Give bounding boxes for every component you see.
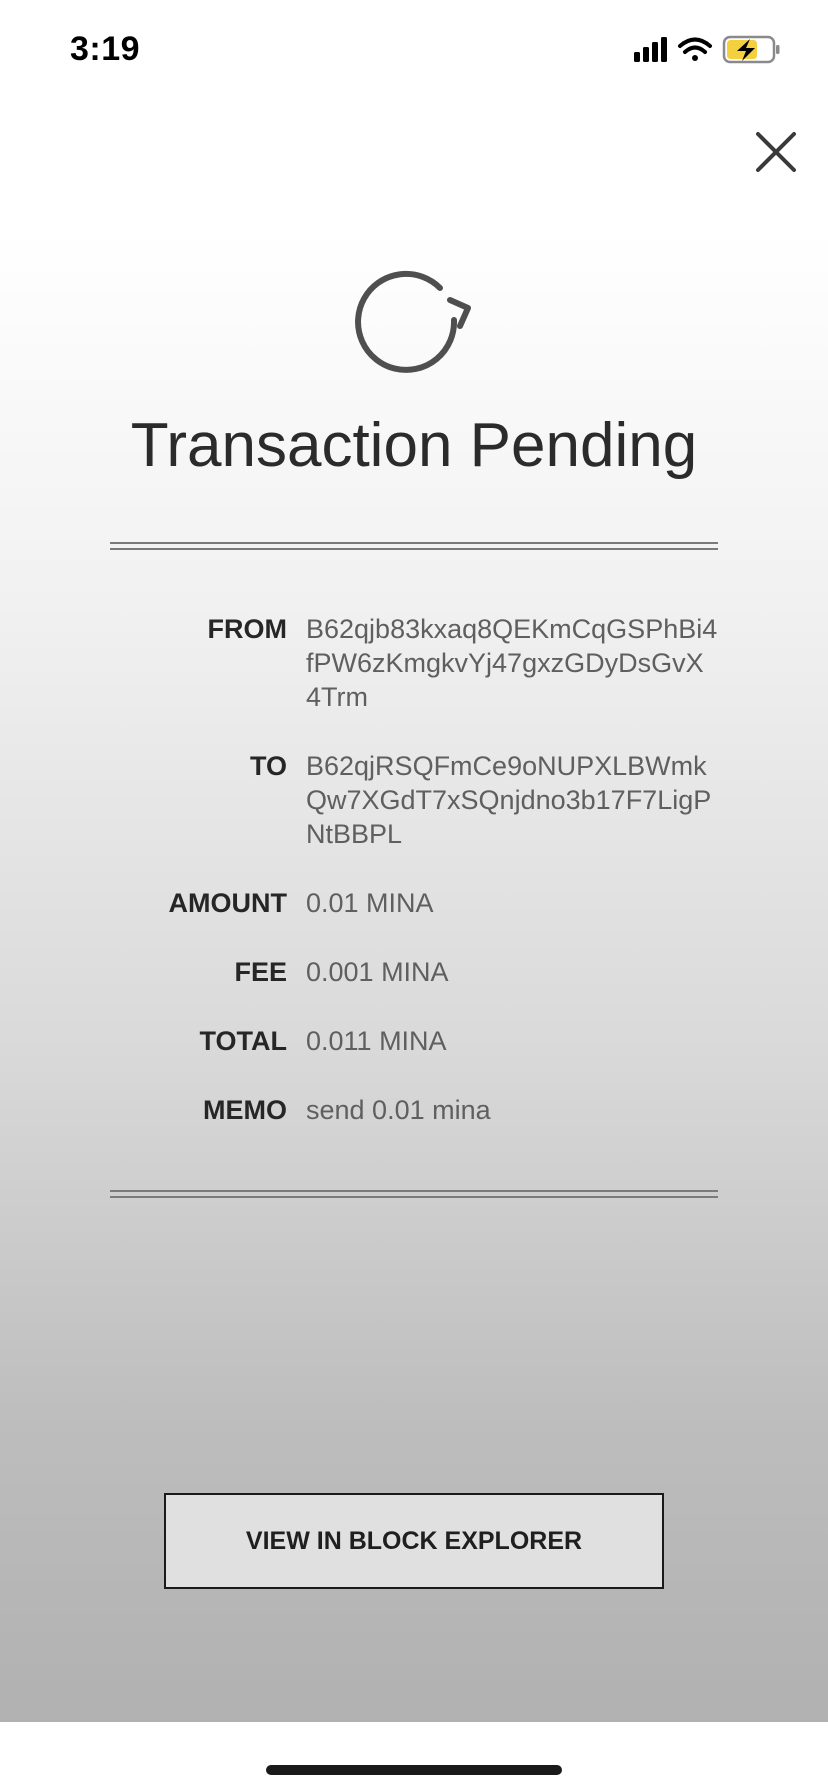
detail-row-total: TOTAL 0.011 MINA [110, 1024, 718, 1093]
status-icons [634, 34, 794, 70]
home-indicator[interactable] [266, 1765, 562, 1775]
detail-row-from: FROM B62qjb83kxaq8QEKmCqGSPhBi4fPW6zKmgk… [110, 612, 718, 749]
close-icon [756, 132, 796, 172]
battery-charging-icon [722, 35, 780, 64]
transaction-details: FROM B62qjb83kxaq8QEKmCqGSPhBi4fPW6zKmgk… [110, 612, 718, 1133]
total-label: TOTAL [199, 1026, 288, 1056]
view-in-block-explorer-button[interactable]: VIEW IN BLOCK EXPLORER [164, 1493, 664, 1589]
detail-row-amount: AMOUNT 0.01 MINA [110, 886, 718, 955]
transaction-sheet: Transaction Pending FROM B62qjb83kxaq8QE… [0, 230, 828, 1722]
cellular-signal-icon [634, 37, 667, 62]
status-icons-graphic [634, 35, 780, 64]
to-label: TO [249, 751, 287, 781]
memo-label: MEMO [203, 1095, 287, 1125]
divider-top [110, 542, 718, 550]
from-address: B62qjb83kxaq8QEKmCqGSPhBi4fPW6zKmgkvYj47… [306, 614, 718, 712]
page-title: Transaction Pending [130, 411, 698, 480]
close-button[interactable] [752, 128, 800, 176]
detail-row-to: TO B62qjRSQFmCe9oNUPXLBWmkQw7XGdT7xSQnjd… [110, 749, 718, 886]
refresh-icon [355, 270, 471, 373]
from-label: FROM [207, 614, 287, 644]
detail-row-memo: MEMO send 0.01 mina [110, 1093, 718, 1133]
total-value: 0.011 MINA [306, 1026, 447, 1056]
divider-bottom [110, 1190, 718, 1198]
amount-value: 0.01 MINA [306, 888, 434, 918]
memo-value: send 0.01 mina [306, 1095, 491, 1125]
wifi-icon [678, 37, 712, 61]
status-bar: 3:19 [0, 0, 828, 100]
detail-row-fee: FEE 0.001 MINA [110, 955, 718, 1024]
to-address: B62qjRSQFmCe9oNUPXLBWmkQw7XGdT7xSQnjdno3… [306, 751, 712, 849]
fee-value: 0.001 MINA [306, 957, 449, 987]
amount-label: AMOUNT [168, 888, 287, 918]
fee-label: FEE [234, 957, 287, 987]
status-time: 3:19 [70, 30, 141, 68]
